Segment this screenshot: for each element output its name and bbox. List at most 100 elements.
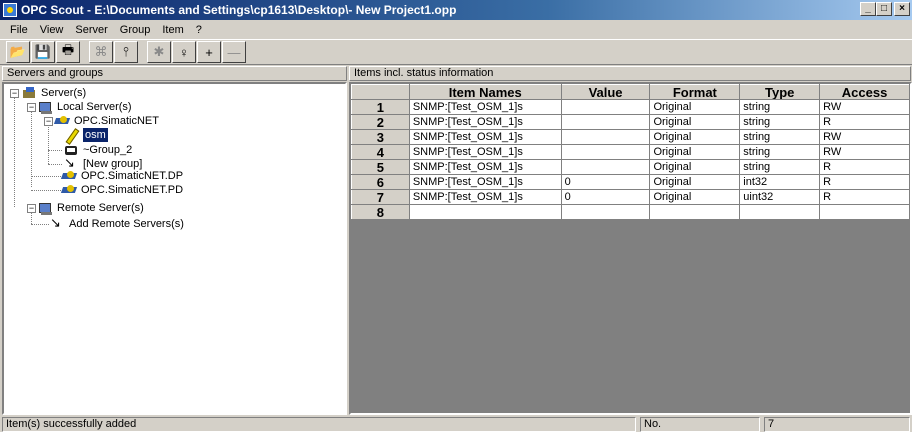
cell-format[interactable]: Original (649, 174, 741, 190)
cell-item-name[interactable] (408, 204, 562, 220)
maximize-button[interactable]: □ (876, 2, 892, 16)
cell-item-name[interactable]: SNMP:[Test_OSM_1]s (408, 99, 562, 115)
menu-view[interactable]: View (34, 24, 70, 36)
collapse-expander[interactable]: − (44, 117, 53, 126)
tree-node-local-servers[interactable]: Local Server(s) (38, 100, 132, 114)
cell-access[interactable]: R (819, 114, 910, 130)
column-header-item-names[interactable]: Item Names (408, 84, 562, 100)
cell-value[interactable] (560, 129, 651, 145)
table-row[interactable]: 3 SNMP:[Test_OSM_1]s Original string RW (351, 129, 910, 145)
collapse-expander[interactable]: − (27, 103, 36, 112)
cell-type[interactable]: string (739, 129, 821, 145)
column-header-format[interactable]: Format (649, 84, 741, 100)
table-row[interactable]: 8 (351, 204, 910, 220)
print-icon[interactable]: 🖶 (56, 41, 80, 63)
cell-item-name[interactable]: SNMP:[Test_OSM_1]s (408, 159, 562, 175)
tree-connector (31, 224, 49, 225)
row-number[interactable]: 2 (351, 114, 410, 130)
server-tree[interactable]: − Server(s) − Local Server(s) − OPC.Sima… (2, 82, 347, 415)
cell-item-name[interactable]: SNMP:[Test_OSM_1]s (408, 114, 562, 130)
cell-value[interactable] (560, 204, 651, 220)
tree-node-add-remote-servers[interactable]: Add Remote Servers(s) (50, 216, 184, 231)
row-number[interactable]: 5 (351, 159, 410, 175)
network-icon[interactable]: ⌘ (89, 41, 113, 63)
menu-file[interactable]: File (4, 24, 34, 36)
collapse-expander[interactable]: − (27, 204, 36, 213)
cell-format[interactable]: Original (649, 144, 741, 160)
cell-item-name[interactable]: SNMP:[Test_OSM_1]s (408, 174, 562, 190)
cell-item-name[interactable]: SNMP:[Test_OSM_1]s (408, 189, 562, 205)
cell-value[interactable]: 0 (560, 189, 651, 205)
menu-group[interactable]: Group (114, 24, 157, 36)
tree-icon[interactable]: ⫯ (114, 41, 138, 63)
menu-server[interactable]: Server (69, 24, 113, 36)
row-number[interactable]: 7 (351, 189, 410, 205)
menu-item[interactable]: Item (156, 24, 189, 36)
collapse-expander[interactable]: − (10, 89, 19, 98)
tree-node-opc-simaticnet-dp[interactable]: OPC.SimaticNET.DP (62, 169, 183, 183)
cell-value[interactable] (560, 144, 651, 160)
cell-access[interactable]: R (819, 159, 910, 175)
opc-scout-app-icon[interactable] (3, 3, 17, 17)
row-number[interactable]: 6 (351, 174, 410, 190)
table-row[interactable]: 4 SNMP:[Test_OSM_1]s Original string RW (351, 144, 910, 160)
cell-type[interactable]: uint32 (739, 189, 821, 205)
table-row[interactable]: 2 SNMP:[Test_OSM_1]s Original string R (351, 114, 910, 130)
table-row[interactable]: 1 SNMP:[Test_OSM_1]s Original string RW (351, 99, 910, 115)
add-item-icon[interactable]: + (197, 41, 221, 63)
cell-access[interactable]: RW (819, 129, 910, 145)
tree-node-osm[interactable]: osm (64, 128, 108, 142)
cell-format[interactable] (649, 204, 741, 220)
minimize-button[interactable]: _ (860, 2, 876, 16)
remove-item-icon[interactable]: — (222, 41, 246, 63)
table-row[interactable]: 7 SNMP:[Test_OSM_1]s 0 Original uint32 R (351, 189, 910, 205)
cell-type[interactable]: string (739, 114, 821, 130)
cell-item-name[interactable]: SNMP:[Test_OSM_1]s (408, 129, 562, 145)
opc-server-icon (55, 115, 71, 128)
cell-access[interactable]: R (819, 174, 910, 190)
tree-node-opc-simaticnet[interactable]: OPC.SimaticNET (55, 114, 159, 128)
column-header-access[interactable]: Access (819, 84, 910, 100)
tree-node-servers[interactable]: Server(s) (22, 86, 86, 100)
cell-format[interactable]: Original (649, 129, 741, 145)
row-number[interactable]: 3 (351, 129, 410, 145)
menu-bar: File View Server Group Item ? (0, 20, 912, 39)
cell-access[interactable]: RW (819, 144, 910, 160)
cell-format[interactable]: Original (649, 189, 741, 205)
row-number[interactable]: 4 (351, 144, 410, 160)
cell-item-name[interactable]: SNMP:[Test_OSM_1]s (408, 144, 562, 160)
cell-value[interactable] (560, 114, 651, 130)
table-row[interactable]: 6 SNMP:[Test_OSM_1]s 0 Original int32 R (351, 174, 910, 190)
cell-type[interactable] (739, 204, 821, 220)
open-folder-icon[interactable]: 📂 (6, 41, 30, 63)
status-no-label: No. (640, 417, 760, 432)
close-button[interactable]: × (894, 2, 910, 16)
row-number[interactable]: 8 (351, 204, 410, 220)
cell-format[interactable]: Original (649, 99, 741, 115)
cell-type[interactable]: string (739, 144, 821, 160)
cell-type[interactable]: string (739, 159, 821, 175)
cell-access[interactable]: RW (819, 99, 910, 115)
server-disabled-icon[interactable]: ✱ (147, 41, 171, 63)
cell-format[interactable]: Original (649, 159, 741, 175)
bulb-icon[interactable]: ♀ (172, 41, 196, 63)
cell-value[interactable] (560, 159, 651, 175)
cell-type[interactable]: int32 (739, 174, 821, 190)
row-number[interactable]: 1 (351, 99, 410, 115)
cell-value[interactable] (560, 99, 651, 115)
cell-format[interactable]: Original (649, 114, 741, 130)
column-header-value[interactable]: Value (560, 84, 651, 100)
table-row[interactable]: 5 SNMP:[Test_OSM_1]s Original string R (351, 159, 910, 175)
column-header-type[interactable]: Type (739, 84, 821, 100)
save-icon[interactable]: 💾 (31, 41, 55, 63)
cell-value[interactable]: 0 (560, 174, 651, 190)
tree-node-remote-servers[interactable]: Remote Server(s) (38, 201, 144, 215)
menu-help[interactable]: ? (190, 24, 208, 36)
cell-type[interactable]: string (739, 99, 821, 115)
corner-cell[interactable] (351, 84, 410, 100)
cell-access[interactable]: R (819, 189, 910, 205)
cell-access[interactable] (819, 204, 910, 220)
tree-node-opc-simaticnet-pd[interactable]: OPC.SimaticNET.PD (62, 183, 183, 197)
items-grid[interactable]: Item Names Value Format Type Access 1 SN… (349, 82, 912, 415)
servers-groups-header: Servers and groups (2, 66, 347, 81)
